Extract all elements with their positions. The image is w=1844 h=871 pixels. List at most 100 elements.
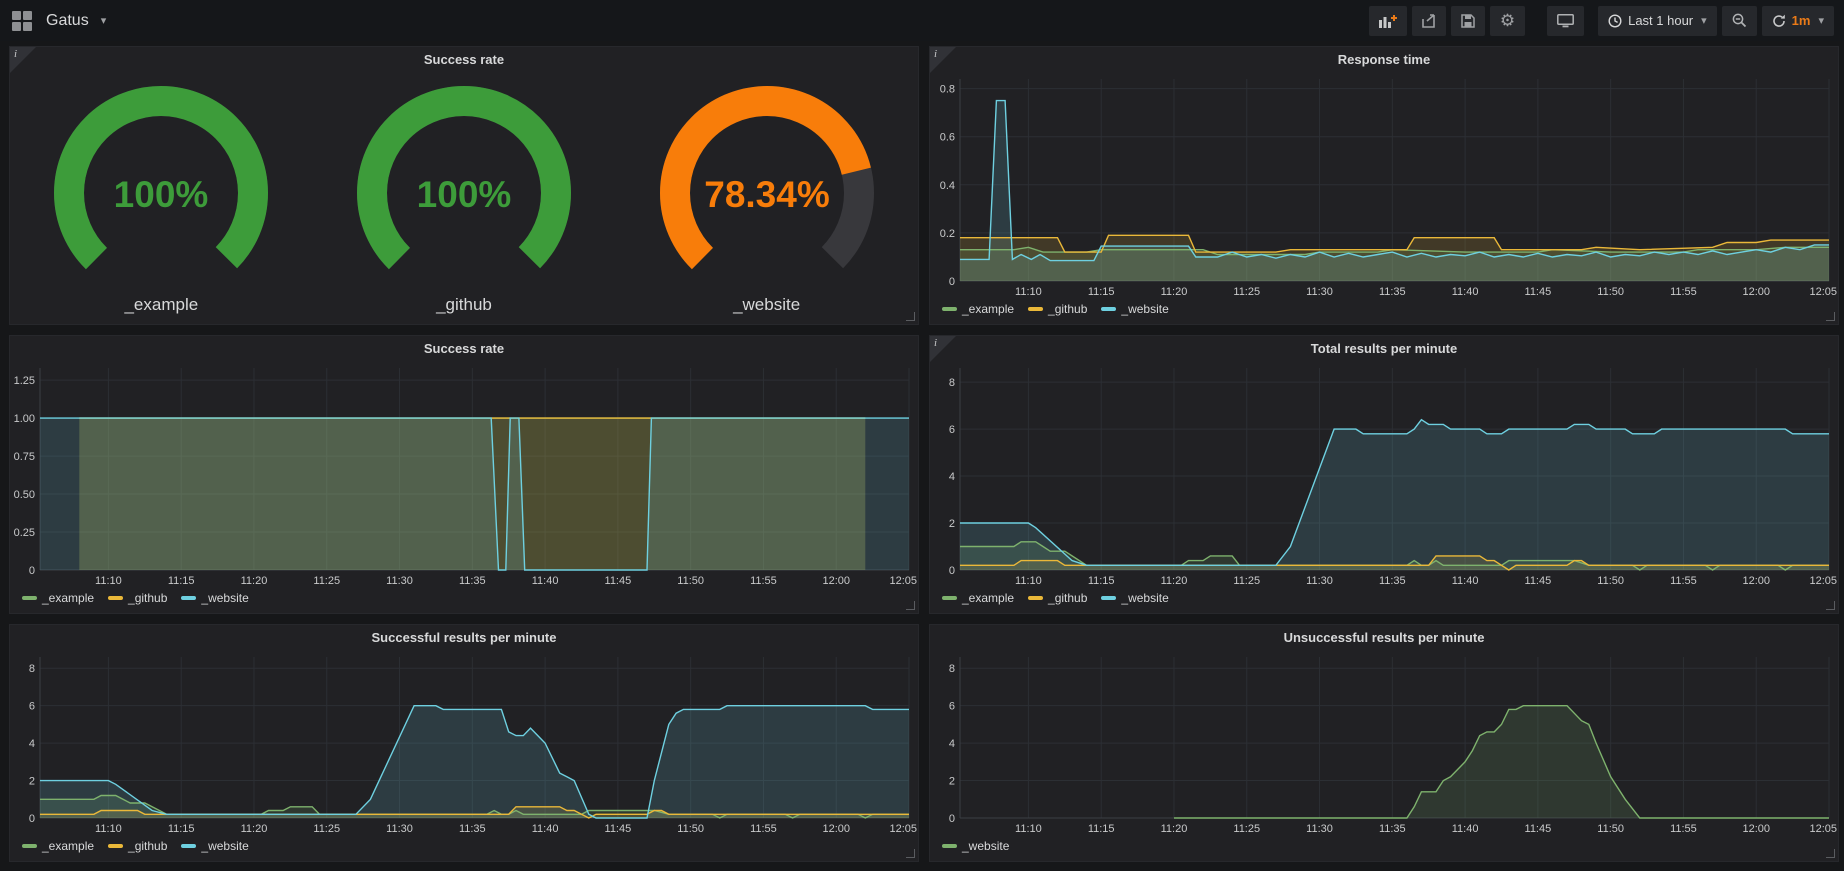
x-tick-label: 11:55 [1670,575,1697,587]
time-range-picker[interactable]: Last 1 hour ▾ [1598,6,1717,36]
grid [960,657,1829,818]
x-tick-label: 11:35 [1379,823,1406,835]
legend-label: _website [962,839,1009,853]
x-tick-label: 12:00 [822,575,850,587]
x-tick-label: 11:10 [1015,823,1042,835]
time-range-label: Last 1 hour [1628,13,1693,28]
panel-title[interactable]: Successful results per minute [10,625,918,651]
chart-legend: _example _github _website [10,587,918,613]
settings-button[interactable]: ⚙ [1490,6,1525,36]
dashboard-grid: i Success rate 100%_example100%_github78… [0,41,1844,862]
legend-label: _website [1121,591,1168,605]
panel-unsuccessful-results: Unsuccessful results per minute 0246811:… [929,624,1839,862]
legend-item[interactable]: _github [108,591,167,605]
panel-title[interactable]: Total results per minute [930,336,1838,362]
gauge-label: _github [436,295,492,315]
save-button[interactable] [1451,6,1485,36]
x-tick-label: 11:35 [459,823,486,835]
panel-title[interactable]: Success rate [10,47,918,73]
legend-item[interactable]: _github [108,839,167,853]
gauge-row: 100%_example100%_github78.34%_website [10,73,918,324]
y-tick-label: 1.00 [14,413,35,425]
panel-success-rate-graph: Success rate 00.250.500.751.001.2511:101… [9,335,919,614]
legend-item[interactable]: _github [1028,591,1087,605]
x-tick-label: 12:05 [1809,575,1837,587]
line-chart[interactable]: 00.250.500.751.001.2511:1011:1511:2011:2… [10,362,918,587]
line-chart[interactable]: 0246811:1011:1511:2011:2511:3011:3511:40… [930,651,1838,835]
legend-item[interactable]: _website [181,591,248,605]
legend-item[interactable]: _website [1101,302,1168,316]
legend-label: _website [201,839,248,853]
x-tick-label: 11:30 [386,823,413,835]
legend-swatch-icon [181,596,196,600]
panel-resize-handle[interactable] [1826,849,1835,858]
series [40,706,909,818]
x-tick-label: 11:10 [95,575,122,587]
y-tick-label: 4 [29,738,35,750]
share-button[interactable] [1412,6,1446,36]
caret-down-icon: ▾ [1701,14,1707,27]
panel-title[interactable]: Unsuccessful results per minute [930,625,1838,651]
legend-swatch-icon [1028,596,1043,600]
legend-label: _github [128,839,167,853]
caret-down-icon[interactable]: ▾ [101,14,107,27]
y-tick-label: 6 [949,424,955,436]
dashboard-title[interactable]: Gatus [46,12,89,30]
panel-resize-handle[interactable] [906,849,915,858]
y-tick-label: 0.6 [940,132,955,144]
legend-item[interactable]: _github [1028,302,1087,316]
y-tick-label: 4 [949,738,955,750]
y-tick-label: 8 [949,377,955,389]
y-tick-label: 0.2 [940,228,955,240]
legend-item[interactable]: _website [181,839,248,853]
apps-grid-icon[interactable] [12,11,32,31]
add-panel-button[interactable] [1369,6,1407,36]
legend-item[interactable]: _example [942,591,1014,605]
info-icon: i [934,337,937,349]
x-tick-label: 11:25 [1233,823,1260,835]
zoom-out-button[interactable] [1722,6,1757,36]
line-chart[interactable]: 0246811:1011:1511:2011:2511:3011:3511:40… [10,651,918,835]
panel-total-results: i Total results per minute 0246811:1011:… [929,335,1839,614]
panel-resize-handle[interactable] [906,601,915,610]
panel-info-corner[interactable]: i [930,47,956,73]
caret-down-icon: ▾ [1818,14,1824,27]
clock-icon [1608,14,1622,28]
panel-info-corner[interactable]: i [10,47,36,73]
legend-swatch-icon [108,844,123,848]
panel-resize-handle[interactable] [1826,601,1835,610]
panel-resize-handle[interactable] [1826,312,1835,321]
refresh-button[interactable]: 1m ▾ [1762,6,1834,36]
line-chart[interactable]: 00.20.40.60.811:1011:1511:2011:2511:3011… [930,73,1838,298]
x-tick-label: 12:00 [1742,286,1770,298]
x-tick-label: 11:30 [386,575,413,587]
legend-swatch-icon [1101,307,1116,311]
x-tick-label: 11:35 [1379,286,1406,298]
legend-item[interactable]: _website [1101,591,1168,605]
x-tick-label: 11:20 [1161,575,1188,587]
series [1174,706,1829,818]
legend-item[interactable]: _example [942,302,1014,316]
legend-item[interactable]: _website [942,839,1009,853]
legend-swatch-icon [22,596,37,600]
x-tick-label: 11:25 [313,823,340,835]
line-chart[interactable]: 0246811:1011:1511:2011:2511:3011:3511:40… [930,362,1838,587]
panel-resize-handle[interactable] [906,312,915,321]
legend-item[interactable]: _example [22,839,94,853]
cycle-view-button[interactable] [1547,6,1584,36]
legend-item[interactable]: _example [22,591,94,605]
series [40,418,909,570]
y-tick-label: 8 [949,663,955,675]
save-icon [1461,14,1475,28]
y-tick-label: 0 [949,813,955,825]
info-icon: i [14,48,17,60]
y-tick-label: 0.8 [940,84,955,96]
panel-title[interactable]: Success rate [10,336,918,362]
panel-info-corner[interactable]: i [930,336,956,362]
x-tick-label: 11:20 [241,823,268,835]
legend-label: _example [962,591,1014,605]
x-tick-label: 11:45 [1525,575,1552,587]
y-tick-label: 2 [29,776,35,788]
panel-title[interactable]: Response time [930,47,1838,73]
gauge-value: 100% [114,174,209,215]
